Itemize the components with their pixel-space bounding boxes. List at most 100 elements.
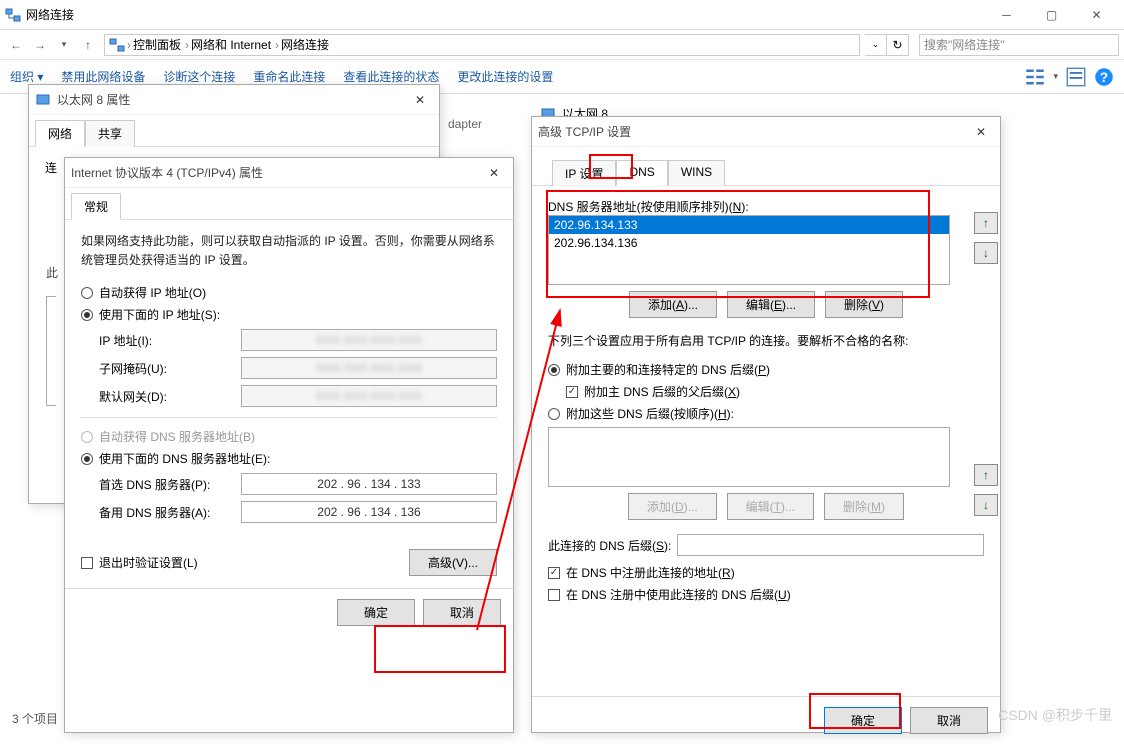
crumb-network-internet[interactable]: 网络和 Internet› (191, 36, 279, 53)
advanced-ok-button[interactable]: 确定 (824, 707, 902, 734)
suffix-list[interactable] (548, 427, 950, 487)
toolbar-rename[interactable]: 重命名此连接 (253, 68, 325, 85)
side-label: 此 (46, 264, 58, 281)
label-pref-dns: 首选 DNS 服务器(P): (81, 476, 241, 493)
radio-auto-dns[interactable] (81, 431, 93, 443)
dns-delete-button[interactable]: 删除(V) (825, 291, 903, 318)
svg-text:?: ? (1100, 70, 1108, 85)
label-register: 在 DNS 中注册此连接的地址(R) (566, 564, 735, 581)
toolbar-organize[interactable]: 组织 ▾ (10, 68, 43, 85)
search-input[interactable]: 搜索"网络连接" (919, 34, 1119, 56)
dns-item-2[interactable]: 202.96.134.136 (549, 234, 949, 252)
addr-dropdown-button[interactable]: ⌄ (865, 34, 887, 56)
label-use-dns: 使用下面的 DNS 服务器地址(E): (99, 450, 270, 467)
view-small-icon[interactable] (1025, 67, 1045, 87)
dns-item-1[interactable]: 202.96.134.133 (549, 216, 949, 234)
breadcrumb-icon (109, 37, 125, 53)
toolbar-disable[interactable]: 禁用此网络设备 (61, 68, 145, 85)
close-button[interactable]: ✕ (1074, 1, 1119, 29)
suffix-label: 此连接的 DNS 后缀(S): (548, 537, 671, 554)
toolbar-diagnose[interactable]: 诊断这个连接 (163, 68, 235, 85)
toolbar-status[interactable]: 查看此连接的状态 (343, 68, 439, 85)
suffix-add-button[interactable]: 添加(D)... (628, 493, 717, 520)
explorer-titlebar: 网络连接 ─ ▢ ✕ (0, 0, 1124, 30)
resolve-text: 下列三个设置应用于所有启用 TCP/IP 的连接。要解析不合格的名称: (548, 332, 984, 349)
up-button[interactable]: ↑ (77, 34, 99, 56)
tab-dns[interactable]: DNS (616, 160, 667, 186)
label-validate: 退出时验证设置(L) (99, 554, 198, 571)
input-mask[interactable]: XXX.XXX.XXX.XXX (241, 357, 497, 379)
input-ip[interactable]: XXX.XXX.XXX.XXX (241, 329, 497, 351)
input-gateway[interactable]: XXX.XXX.XXX.XXX (241, 385, 497, 407)
ipv4-ok-button[interactable]: 确定 (337, 599, 415, 626)
ipv4-cancel-button[interactable]: 取消 (423, 599, 501, 626)
radio-append-these[interactable] (548, 408, 560, 420)
address-bar: ← → ▾ ↑ › 控制面板› 网络和 Internet› 网络连接 ⌄ ↻ 搜… (0, 30, 1124, 60)
advanced-button[interactable]: 高级(V)... (409, 549, 497, 576)
label-auto-dns: 自动获得 DNS 服务器地址(B) (99, 428, 255, 445)
input-alt-dns[interactable]: 202 . 96 . 134 . 136 (241, 501, 497, 523)
dns-down-button[interactable]: ↓ (974, 242, 998, 264)
tab-ip-settings[interactable]: IP 设置 (552, 160, 616, 186)
advanced-cancel-button[interactable]: 取消 (910, 707, 988, 734)
toolbar-change[interactable]: 更改此连接的设置 (457, 68, 553, 85)
view-list-icon[interactable] (1066, 67, 1086, 87)
help-icon[interactable]: ? (1094, 67, 1114, 87)
tab-wins[interactable]: WINS (668, 160, 725, 186)
dns-server-list[interactable]: 202.96.134.133 202.96.134.136 (548, 215, 950, 285)
radio-use-ip[interactable] (81, 309, 93, 321)
label-use-suffix-reg: 在 DNS 注册中使用此连接的 DNS 后缀(U) (566, 586, 791, 603)
tab-general[interactable]: 常规 (71, 193, 121, 220)
suffix-up-button[interactable]: ↑ (974, 464, 998, 486)
refresh-button[interactable]: ↻ (887, 34, 909, 56)
label-use-ip: 使用下面的 IP 地址(S): (99, 306, 220, 323)
ipv4-info-text: 如果网络支持此功能，则可以获取自动指派的 IP 设置。否则，你需要从网络系统管理… (81, 232, 497, 270)
suffix-down-button[interactable]: ↓ (974, 494, 998, 516)
advanced-dialog-title: 高级 TCP/IP 设置 (538, 123, 968, 140)
suffix-delete-button[interactable]: 删除(M) (824, 493, 904, 520)
back-button[interactable]: ← (5, 34, 27, 56)
dns-list-label: DNS 服务器地址(按使用顺序排列)(N): (548, 198, 984, 215)
label-mask: 子网掩码(U): (81, 360, 241, 377)
adapter-partial: dapter (448, 117, 482, 131)
label-alt-dns: 备用 DNS 服务器(A): (81, 504, 241, 521)
label-auto-ip: 自动获得 IP 地址(O) (99, 284, 206, 301)
label-append-parent: 附加主 DNS 后缀的父后缀(X) (584, 383, 740, 400)
advanced-tcpip-dialog: 高级 TCP/IP 设置 ✕ IP 设置 DNS WINS DNS 服务器地址(… (531, 116, 1001, 733)
checkbox-use-suffix-reg[interactable] (548, 589, 560, 601)
suffix-input[interactable] (677, 534, 984, 556)
checkbox-validate[interactable] (81, 557, 93, 569)
forward-button[interactable]: → (29, 34, 51, 56)
dns-edit-button[interactable]: 编辑(E)... (727, 291, 815, 318)
checkbox-append-parent[interactable] (566, 386, 578, 398)
tab-share[interactable]: 共享 (85, 120, 135, 147)
explorer-title: 网络连接 (26, 6, 984, 23)
history-dropdown[interactable]: ▾ (53, 34, 75, 56)
ethernet-dialog-title: 以太网 8 属性 (57, 91, 407, 108)
ipv4-dialog-close[interactable]: ✕ (481, 162, 507, 184)
label-ip: IP 地址(I): (81, 332, 241, 349)
radio-use-dns[interactable] (81, 453, 93, 465)
suffix-edit-button[interactable]: 编辑(T)... (727, 493, 814, 520)
radio-append-primary[interactable] (548, 364, 560, 376)
dns-up-button[interactable]: ↑ (974, 212, 998, 234)
crumb-control-panel[interactable]: 控制面板› (133, 36, 189, 53)
ethernet-dialog-close[interactable]: ✕ (407, 89, 433, 111)
crumb-network-connections[interactable]: 网络连接 (281, 36, 329, 53)
checkbox-register[interactable] (548, 567, 560, 579)
label-gateway: 默认网关(D): (81, 388, 241, 405)
radio-auto-ip[interactable] (81, 287, 93, 299)
advanced-dialog-close[interactable]: ✕ (968, 121, 994, 143)
network-icon (5, 7, 21, 23)
dns-add-button[interactable]: 添加(A)... (629, 291, 717, 318)
ipv4-properties-dialog: Internet 协议版本 4 (TCP/IPv4) 属性 ✕ 常规 如果网络支… (64, 157, 514, 733)
minimize-button[interactable]: ─ (984, 1, 1029, 29)
ipv4-dialog-title: Internet 协议版本 4 (TCP/IPv4) 属性 (71, 164, 481, 181)
side-frame (46, 296, 56, 406)
item-count: 3 个项目 (12, 710, 58, 727)
maximize-button[interactable]: ▢ (1029, 1, 1074, 29)
input-pref-dns[interactable]: 202 . 96 . 134 . 133 (241, 473, 497, 495)
breadcrumb[interactable]: › 控制面板› 网络和 Internet› 网络连接 (104, 34, 860, 56)
tab-network[interactable]: 网络 (35, 120, 85, 147)
watermark: CSDN @积步千里 (998, 705, 1112, 725)
